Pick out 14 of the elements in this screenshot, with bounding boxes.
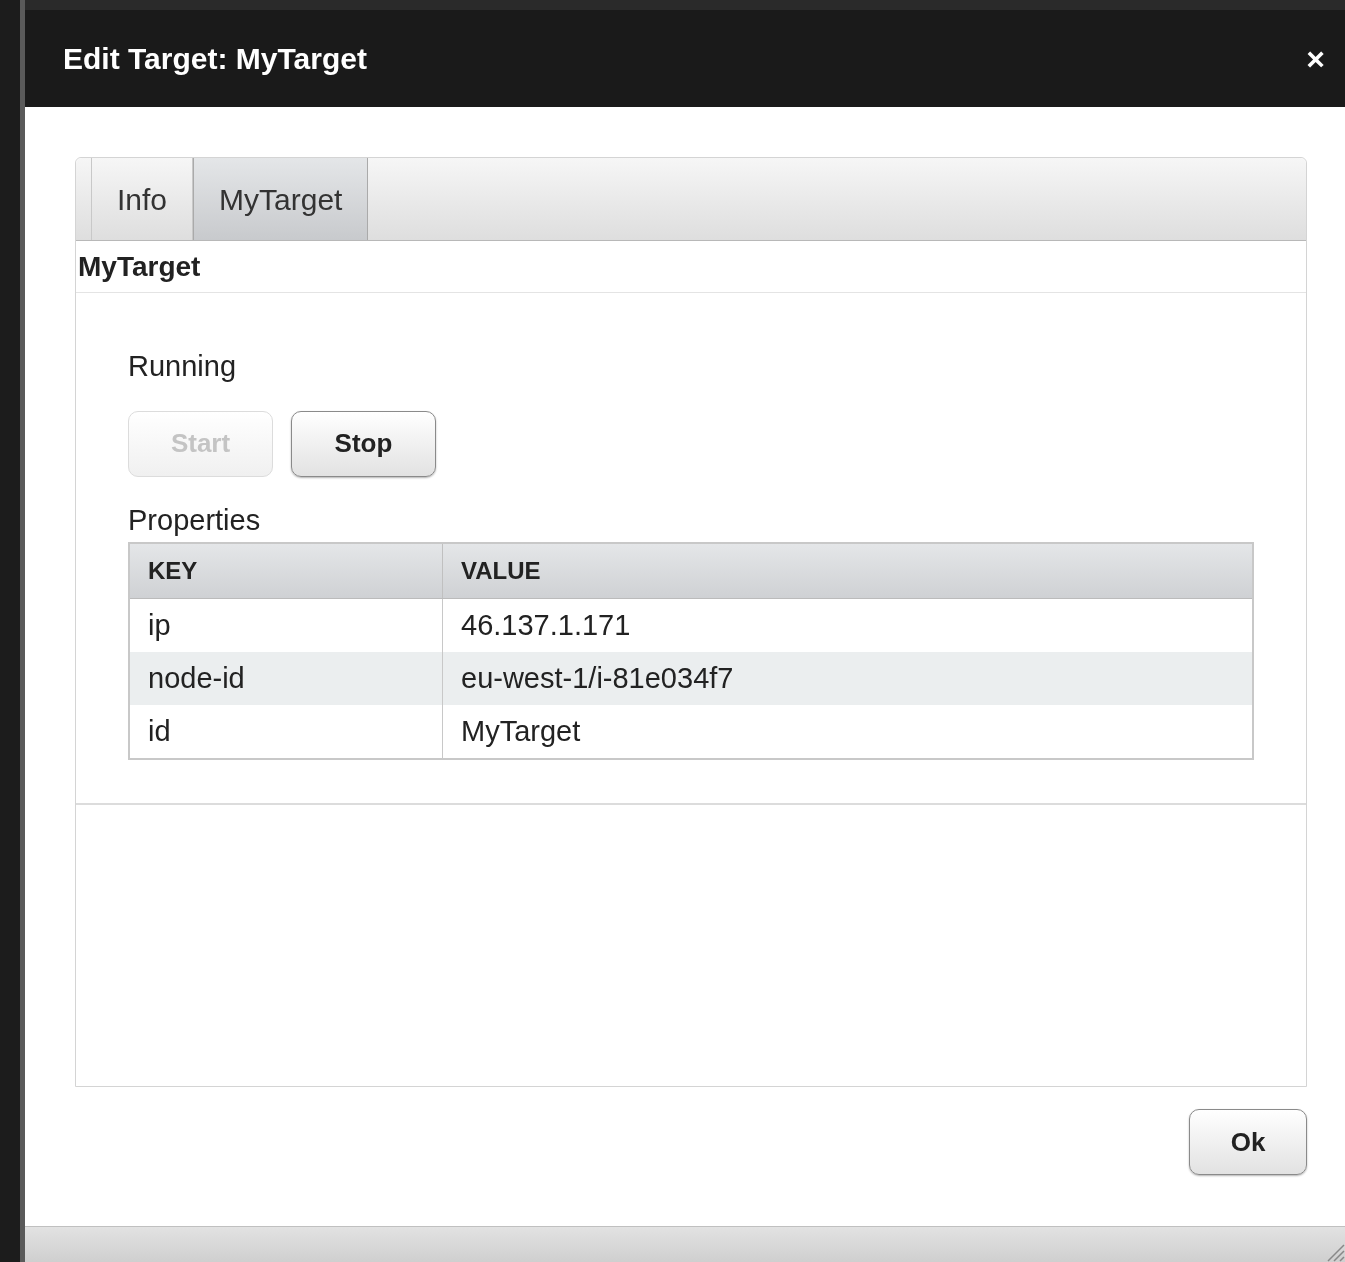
action-button[interactable]: Stop: [291, 410, 436, 477]
table-cell: id: [130, 705, 443, 758]
properties-label: Properties: [128, 502, 262, 538]
table-cell-text: eu-west-1/i-81e034f7: [460, 660, 735, 696]
action-button[interactable]: Ok: [1189, 1109, 1307, 1175]
table-cell-text: 46.137.1.171: [460, 607, 632, 643]
panel-heading: MyTarget: [78, 249, 201, 284]
column-header: KEY: [130, 544, 443, 598]
dialog-title: Edit Target: MyTarget: [63, 41, 367, 77]
column-header: VALUE: [460, 556, 542, 586]
tab[interactable]: MyTarget: [193, 158, 369, 240]
close-button[interactable]: ×: [1306, 34, 1325, 83]
status-text: Running: [128, 349, 238, 384]
table-cell-text: MyTarget: [460, 713, 582, 749]
